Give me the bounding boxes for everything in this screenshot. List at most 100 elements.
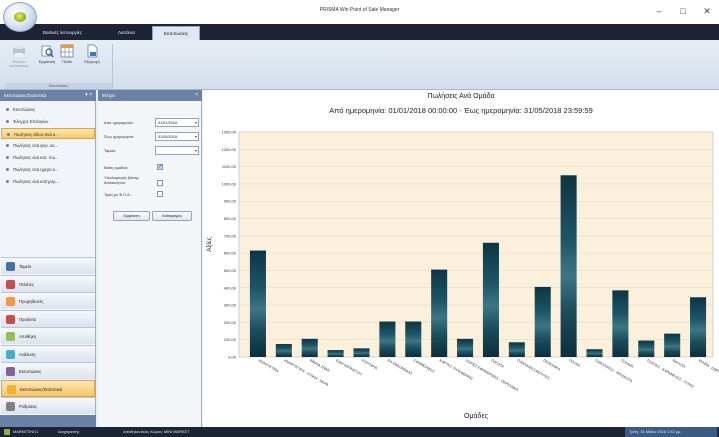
x-tick-label: ΨΙΛΙΚΑ - ΔΩΡΑ	[698, 358, 719, 374]
x-tick-label: ΠΑΓΩΤΑ	[490, 358, 505, 369]
module-button[interactable]: Ανάλυση	[1, 344, 95, 362]
minimize-button[interactable]: –	[649, 4, 669, 18]
module-icon	[6, 297, 15, 306]
bar	[353, 348, 370, 357]
module-button[interactable]: Εκτυπώσεις	[1, 362, 95, 379]
clear-button[interactable]: Καθαρισμός	[152, 211, 192, 221]
x-tick-label: ΕΙΔΗ ΚΑΠΝΙΣΤΟΥ	[335, 358, 363, 377]
module-button[interactable]: Ταμείο	[1, 257, 95, 274]
tab-basic-functions[interactable]: Βασικές λειτουργίες	[43, 27, 113, 39]
auto-basis-label: Υπολογισμός βάσης Αυτοκινήτου:	[104, 175, 139, 185]
y-tick-label: 1100,00	[222, 164, 237, 169]
sales-by-group-chart: 0,00 100,00 200,00 300,00 400,00 500,00 600,00…	[205, 130, 719, 421]
x-tick-label: ΕΦΗΜΕΡΙΔΕΣ	[413, 358, 436, 374]
register-label: Ταμείο:	[104, 148, 117, 153]
title-bar: PRISMA Win Point of Sale Manager – □ ✕	[0, 0, 719, 24]
y-tick-label: 1200,00	[222, 147, 237, 152]
group-basis-checkbox[interactable]	[157, 163, 163, 170]
show-button[interactable]: Εμφάνιση	[113, 211, 150, 221]
y-tick-label: 200,00	[224, 320, 237, 325]
tab-reports[interactable]: Εκτυπώσεις	[152, 26, 200, 40]
module-icon	[6, 402, 15, 411]
module-button[interactable]: Πελάτες	[1, 274, 95, 292]
bar	[560, 175, 577, 357]
y-tick-label: 400,00	[224, 285, 237, 290]
nav-item-label: Έλεγχος Επιλογών	[13, 119, 49, 124]
report-bullet-icon	[6, 168, 9, 171]
bar	[508, 342, 525, 357]
module-button[interactable]: Ρυθμίσεις	[1, 397, 95, 414]
nav-item[interactable]: Πωλήσεις είδων ανά κ...	[1, 128, 95, 139]
status-company: MARKETING1	[13, 429, 39, 434]
module-label: Ρυθμίσεις	[19, 404, 38, 409]
report-bullet-icon	[6, 156, 9, 159]
x-tick-label: ΕΚ ΕΒΔΟΜΑΔΑΣ	[387, 358, 414, 376]
module-button[interactable]: Αποθήκη	[1, 327, 95, 344]
plot-area	[238, 131, 714, 358]
y-tick-label: 1300,00	[222, 130, 237, 135]
bar	[534, 286, 551, 357]
close-icon[interactable]: ×	[195, 90, 198, 101]
x-tick-label: ΠΕΡΙΟΔΙΚΑ	[542, 358, 561, 371]
nav-item[interactable]: Πωλήσεις ανά κατηγορ...	[1, 176, 95, 187]
y-axis-label: Αξίες	[205, 237, 213, 252]
application-window: PRISMA Win Point of Sale Manager – □ ✕ Β…	[0, 0, 719, 437]
nav-panel-header: Εκτυπώσεις/Στατιστικά ▾ ×	[0, 90, 96, 101]
nav-item[interactable]: Πωλήσεις ανά φορ. κα...	[1, 140, 95, 151]
filter-panel-header: Φίλτρα ×	[98, 90, 202, 101]
export-button[interactable]: Εξαγωγή	[80, 42, 104, 82]
report-bullet-icon	[7, 133, 10, 136]
module-icon	[6, 279, 15, 289]
tab-lists[interactable]: Λιστάνια	[118, 27, 148, 39]
nav-panel-footer	[0, 415, 96, 427]
bar	[405, 321, 422, 357]
print-form-button[interactable]: Έντυπο εκτύπωσης	[5, 42, 33, 82]
date-to-picker[interactable]: 31/05/2018	[155, 132, 199, 141]
application-menu-orb-icon[interactable]	[3, 2, 37, 32]
nav-item-label: Πωλήσεις ανά φορ. κα...	[13, 143, 59, 148]
fields-label: Πεδία	[62, 60, 72, 64]
view-label: Εμφάνιση	[38, 60, 56, 64]
module-label: Εκτυπώσεις/Στατιστικά	[20, 386, 63, 392]
module-button[interactable]: Προμηθευτές	[1, 292, 95, 309]
nav-pin-icon[interactable]: ▾ ×	[85, 90, 92, 101]
module-label: Αποθήκη	[19, 334, 37, 339]
x-tick-label: ΕΙΣΙΤΗΡΙΑ	[361, 358, 378, 370]
bar	[638, 340, 655, 357]
ribbon-toolbar: Έντυπο εκτύπωσης Εμφάνιση Πεδία Εξαγωγή …	[0, 40, 719, 90]
y-tick-label: 500,00	[224, 268, 237, 273]
report-bullet-icon	[6, 144, 9, 147]
user-icon	[4, 429, 10, 435]
view-icon	[41, 45, 54, 58]
nav-item[interactable]: Έλεγχος Επιλογών	[1, 116, 95, 127]
filter-panel-title: Φίλτρα	[102, 93, 115, 98]
auto-basis-checkbox[interactable]	[157, 180, 163, 186]
nav-item-label: Εκτυπώσεις	[13, 107, 36, 112]
navigation-panel: Εκτυπώσεις/Στατιστικά ▾ × Εκτυπώσεις Έλεγ…	[0, 90, 96, 427]
module-label: Ταμείο	[19, 264, 32, 269]
bar	[482, 242, 499, 357]
bar	[301, 338, 318, 357]
close-button[interactable]: ✕	[697, 4, 717, 18]
nav-item[interactable]: Πωλήσεις ανά κατ. πω...	[1, 152, 95, 163]
ribbon-separator	[112, 44, 113, 88]
date-from-picker[interactable]: 01/01/2018	[155, 118, 199, 127]
nav-item-label: Πωλήσεις ανά ημέρα κ...	[13, 167, 59, 172]
ribbon-tab-bar: Βασικές λειτουργίες Λιστάνια Εκτυπώσεις	[0, 24, 719, 40]
vat-prices-checkbox[interactable]	[157, 191, 163, 197]
y-tick-label: 100,00	[224, 337, 237, 342]
bar	[664, 333, 681, 357]
status-bar: MARKETING1 Διαχειριστής Αποθηκευτικός Χώ…	[0, 427, 719, 437]
y-tick-label: 700,00	[224, 233, 237, 238]
y-tick-label: 900,00	[224, 199, 237, 204]
module-button[interactable]: Εκτυπώσεις/Στατιστικά	[1, 379, 95, 397]
maximize-button[interactable]: □	[673, 4, 693, 18]
nav-item[interactable]: Εκτυπώσεις	[1, 104, 95, 115]
view-button[interactable]: Εμφάνιση	[36, 42, 58, 82]
print-icon	[13, 45, 25, 57]
module-button[interactable]: Προϊόντα	[1, 309, 95, 327]
fields-button[interactable]: Πεδία	[58, 42, 76, 82]
y-tick-label: 1000,00	[222, 181, 237, 186]
nav-item[interactable]: Πωλήσεις ανά ημέρα κ...	[1, 164, 95, 175]
register-select[interactable]	[155, 146, 199, 155]
